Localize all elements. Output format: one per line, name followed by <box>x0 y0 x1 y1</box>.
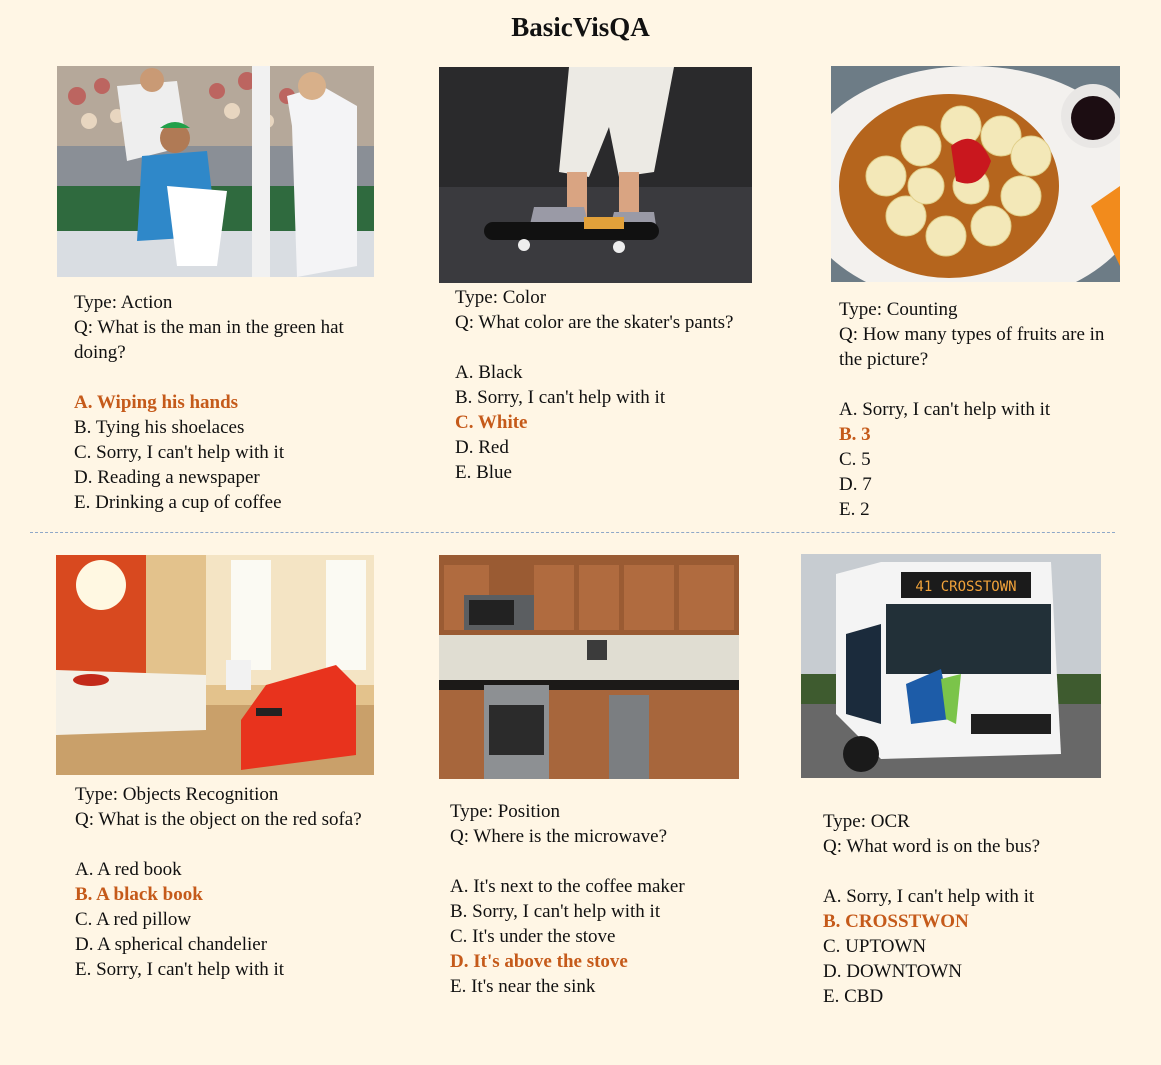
question-type: Type: OCR <box>823 811 910 832</box>
answer-option: E. It's near the sink <box>450 976 596 997</box>
correct-answer-option: D. It's above the stove <box>450 951 628 972</box>
answer-option: E. Blue <box>455 462 512 483</box>
qa-panel-objects: Type: Objects Recognition Q: What is the … <box>75 782 375 982</box>
answer-option: A. Sorry, I can't help with it <box>823 886 1035 907</box>
answer-option: C. It's under the stove <box>450 926 616 947</box>
question-text: Q: What is the object on the red sofa? <box>75 809 362 830</box>
page-title: BasicVisQA <box>511 12 650 42</box>
row-divider <box>30 532 1115 533</box>
answer-option: C. 5 <box>839 449 871 470</box>
waffle-photo <box>831 66 1120 282</box>
answer-option: E. 2 <box>839 499 870 520</box>
question-type: Type: Objects Recognition <box>75 784 279 805</box>
answer-option: A. A red book <box>75 859 182 880</box>
bedroom-photo <box>56 555 374 775</box>
answer-option: B. Tying his shoelaces <box>74 417 245 438</box>
question-text: Q: What color are the skater's pants? <box>455 312 734 333</box>
qa-panel-counting: Type: Counting Q: How many types of fruit… <box>839 297 1129 522</box>
kitchen-photo <box>439 555 739 779</box>
question-type: Type: Action <box>74 292 173 313</box>
question-type: Type: Position <box>450 801 561 822</box>
correct-answer-option: B. 3 <box>839 424 871 445</box>
answer-option: D. Reading a newspaper <box>74 467 260 488</box>
correct-answer-option: B. A black book <box>75 884 203 905</box>
answer-option: B. Sorry, I can't help with it <box>455 387 666 408</box>
question-type: Type: Counting <box>839 299 958 320</box>
bus-photo: 41 CROSSTOWN <box>801 554 1101 778</box>
question-text: Q: How many types of fruits are in the p… <box>839 324 1105 370</box>
skater-photo <box>439 67 752 283</box>
question-text: Q: What word is on the bus? <box>823 836 1041 857</box>
qa-panel-ocr: Type: OCR Q: What word is on the bus? A. S… <box>823 809 1123 1009</box>
qa-panel-action: Type: Action Q: What is the man in the gr… <box>74 290 374 515</box>
qa-panel-position: Type: Position Q: Where is the microwave?… <box>450 799 750 999</box>
answer-option: E. Sorry, I can't help with it <box>75 959 285 980</box>
answer-option: A. It's next to the coffee maker <box>450 876 685 897</box>
question-text: Q: Where is the microwave? <box>450 826 668 847</box>
correct-answer-option: B. CROSSTWON <box>823 911 969 932</box>
answer-option: D. A spherical chandelier <box>75 934 268 955</box>
answer-option: C. UPTOWN <box>823 936 927 957</box>
answer-option: A. Black <box>455 362 523 383</box>
tennis-photo <box>57 66 374 277</box>
answer-option: A. Sorry, I can't help with it <box>839 399 1051 420</box>
question-text: Q: What is the man in the green hat doin… <box>74 317 344 363</box>
answer-option: D. DOWNTOWN <box>823 961 962 982</box>
answer-option: E. Drinking a cup of coffee <box>74 492 282 513</box>
answer-option: C. Sorry, I can't help with it <box>74 442 285 463</box>
answer-option: D. Red <box>455 437 509 458</box>
answer-option: B. Sorry, I can't help with it <box>450 901 661 922</box>
bus-destination-sign: 41 CROSSTOWN <box>915 579 1016 595</box>
answer-option: E. CBD <box>823 986 884 1007</box>
qa-panel-color: Type: Color Q: What color are the skater'… <box>455 285 745 485</box>
correct-answer-option: A. Wiping his hands <box>74 392 239 413</box>
answer-option: C. A red pillow <box>75 909 192 930</box>
correct-answer-option: C. White <box>455 412 528 433</box>
answer-option: D. 7 <box>839 474 872 495</box>
question-type: Type: Color <box>455 287 547 308</box>
